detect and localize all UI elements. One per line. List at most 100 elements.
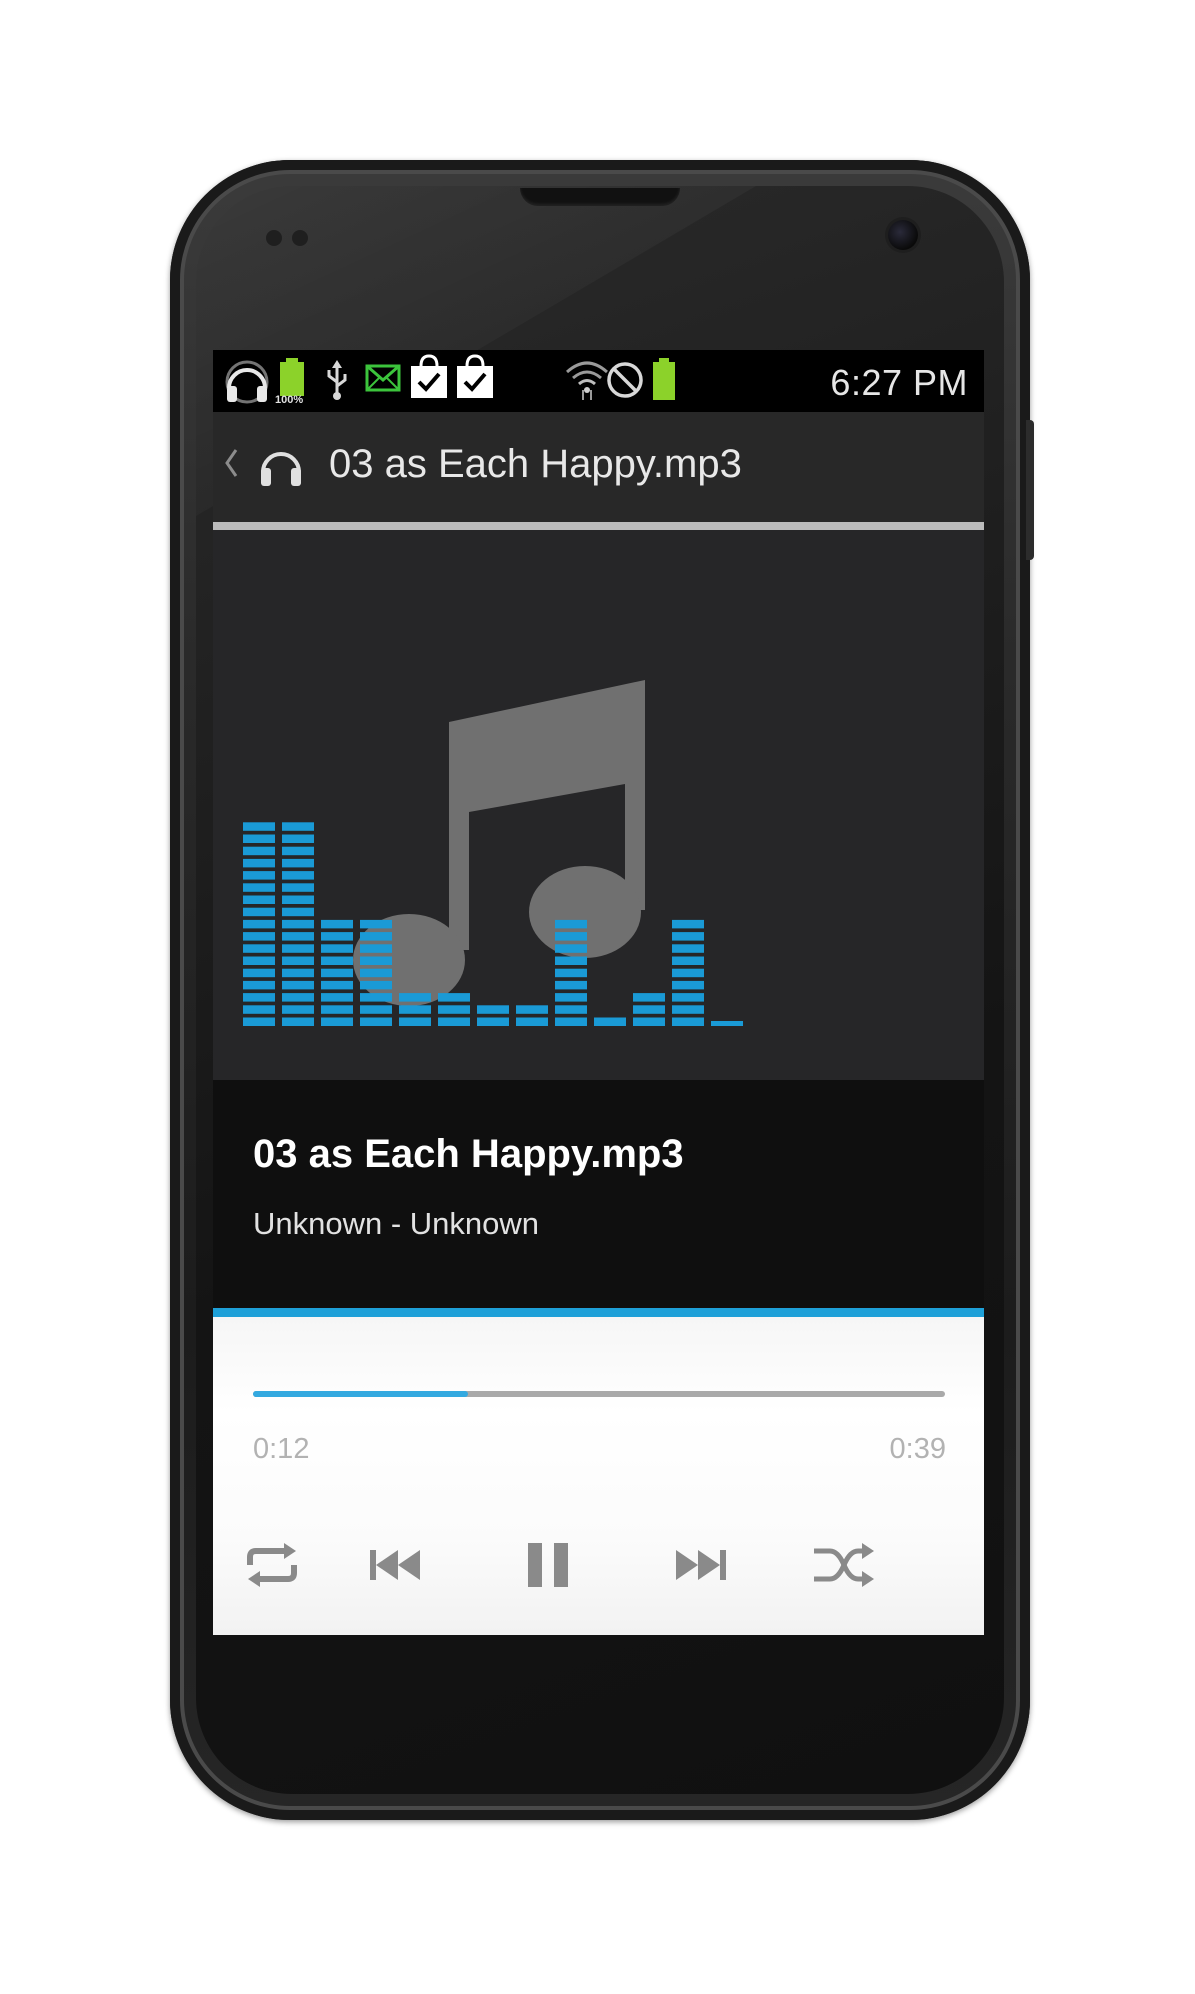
visualizer-segment bbox=[360, 932, 392, 941]
visualizer-segment bbox=[282, 1017, 314, 1026]
visualizer-segment bbox=[360, 1017, 392, 1026]
visualizer-segment bbox=[516, 1005, 548, 1014]
visualizer-segment bbox=[243, 956, 275, 965]
light-sensor bbox=[292, 230, 308, 246]
visualizer-segment bbox=[282, 956, 314, 965]
visualizer-segment bbox=[672, 956, 704, 965]
seek-bar-progress bbox=[253, 1391, 468, 1397]
visualizer-segment bbox=[360, 980, 392, 990]
visualizer-segment bbox=[672, 1017, 704, 1026]
status-time: 6:27 PM bbox=[830, 362, 968, 403]
pause-button[interactable] bbox=[503, 1525, 593, 1605]
power-button[interactable] bbox=[1026, 420, 1034, 560]
visualizer-segment bbox=[711, 1021, 743, 1026]
app-headphones-icon[interactable] bbox=[257, 442, 305, 495]
earpiece-speaker bbox=[520, 188, 680, 206]
visualizer-segment bbox=[555, 1005, 587, 1014]
action-bar-divider bbox=[213, 522, 984, 530]
visualizer-bar bbox=[438, 993, 470, 1026]
shuffle-button[interactable] bbox=[799, 1525, 889, 1605]
visualizer-bar bbox=[360, 919, 392, 1026]
visualizer-segment bbox=[321, 944, 353, 953]
visualizer-segment bbox=[243, 1017, 275, 1026]
visualizer-segment bbox=[555, 980, 587, 990]
visualizer-segment bbox=[243, 834, 275, 843]
visualizer-segment bbox=[282, 907, 314, 917]
front-camera bbox=[888, 220, 918, 250]
visualizer-segment bbox=[243, 822, 275, 831]
visualizer-segment bbox=[282, 968, 314, 978]
visualizer-segment bbox=[321, 993, 353, 1002]
visualizer-segment bbox=[282, 944, 314, 953]
next-button[interactable] bbox=[656, 1525, 746, 1605]
repeat-icon bbox=[247, 1543, 297, 1587]
visualizer-bar bbox=[321, 919, 353, 1026]
visualizer-segment bbox=[555, 968, 587, 978]
visualizer-bar bbox=[516, 1005, 548, 1026]
visualizer-segment bbox=[360, 993, 392, 1002]
visualizer-bar bbox=[711, 1021, 743, 1026]
track-info-panel: 03 as Each Happy.mp3 Unknown - Unknown bbox=[213, 1080, 984, 1308]
shopping-bag-check-icon bbox=[409, 352, 449, 407]
visualizer-segment bbox=[360, 919, 392, 929]
usb-icon bbox=[323, 360, 351, 405]
visualizer-bar bbox=[243, 822, 275, 1026]
visualizer-bar bbox=[672, 919, 704, 1026]
status-bar: 100% 6:27 PM bbox=[213, 350, 984, 412]
visualizer-segment bbox=[282, 980, 314, 990]
visualizer-segment bbox=[672, 932, 704, 941]
next-icon bbox=[676, 1550, 726, 1580]
previous-button[interactable] bbox=[350, 1525, 440, 1605]
visualizer-segment bbox=[243, 944, 275, 953]
visualizer-segment bbox=[321, 1017, 353, 1026]
visualizer-segment bbox=[282, 834, 314, 843]
visualizer bbox=[243, 822, 743, 1026]
visualizer-segment bbox=[360, 1005, 392, 1014]
visualizer-segment bbox=[282, 871, 314, 880]
visualizer-segment bbox=[282, 1005, 314, 1014]
visualizer-bar bbox=[594, 1017, 626, 1026]
visualizer-segment bbox=[438, 1005, 470, 1014]
visualizer-segment bbox=[399, 1005, 431, 1014]
visualizer-bar bbox=[555, 919, 587, 1026]
visualizer-segment bbox=[282, 883, 314, 892]
visualizer-segment bbox=[633, 1017, 665, 1026]
visualizer-segment bbox=[243, 895, 275, 904]
visualizer-segment bbox=[321, 1005, 353, 1014]
previous-icon bbox=[370, 1550, 420, 1580]
visualizer-segment bbox=[282, 822, 314, 831]
visualizer-segment bbox=[243, 858, 275, 868]
player-controls: 0:12 0:39 bbox=[213, 1317, 984, 1635]
visualizer-segment bbox=[282, 919, 314, 929]
visualizer-segment bbox=[243, 919, 275, 929]
visualizer-segment bbox=[633, 1005, 665, 1014]
back-chevron-icon[interactable] bbox=[223, 448, 239, 483]
visualizer-segment bbox=[555, 919, 587, 929]
shopping-bag-check-icon bbox=[455, 352, 495, 407]
visualizer-segment bbox=[399, 1017, 431, 1026]
visualizer-segment bbox=[360, 968, 392, 978]
visualizer-segment bbox=[243, 980, 275, 990]
no-signal-icon bbox=[605, 360, 645, 405]
repeat-button[interactable] bbox=[227, 1525, 317, 1605]
visualizer-segment bbox=[555, 932, 587, 941]
visualizer-segment bbox=[282, 993, 314, 1002]
visualizer-segment bbox=[555, 1017, 587, 1026]
visualizer-segment bbox=[633, 993, 665, 1002]
visualizer-segment bbox=[360, 944, 392, 953]
visualizer-bar bbox=[282, 822, 314, 1026]
visualizer-segment bbox=[243, 993, 275, 1002]
headphones-icon bbox=[223, 358, 271, 411]
visualizer-segment bbox=[438, 1017, 470, 1026]
seek-bar[interactable] bbox=[253, 1391, 945, 1397]
song-title: 03 as Each Happy.mp3 bbox=[253, 1132, 684, 1176]
visualizer-segment bbox=[477, 1017, 509, 1026]
visualizer-segment bbox=[555, 944, 587, 953]
shuffle-icon bbox=[814, 1543, 874, 1587]
visualizer-segment bbox=[438, 993, 470, 1002]
action-bar-title: 03 as Each Happy.mp3 bbox=[329, 442, 742, 486]
action-bar: 03 as Each Happy.mp3 bbox=[213, 412, 984, 522]
visualizer-segment bbox=[282, 932, 314, 941]
elapsed-time: 0:12 bbox=[253, 1433, 310, 1465]
total-time: 0:39 bbox=[889, 1433, 946, 1465]
